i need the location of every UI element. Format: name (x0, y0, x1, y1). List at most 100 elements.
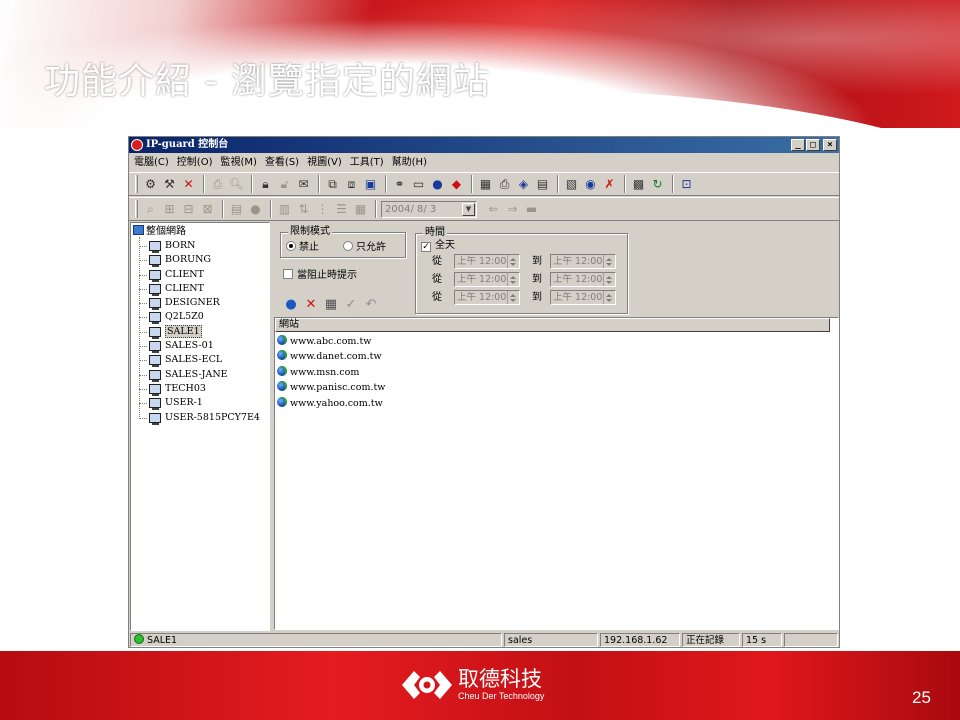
chart-icon[interactable]: ▥ (276, 201, 293, 218)
message-icon[interactable]: ✉ (295, 176, 312, 193)
close-button[interactable]: × (823, 139, 837, 151)
window-icon[interactable]: ▭ (410, 176, 427, 193)
print-preview-icon[interactable]: 🔍︎ (228, 176, 245, 193)
asset-icon[interactable]: ▩ (630, 176, 647, 193)
tree-item-computer[interactable]: USER-1 (139, 396, 260, 411)
fit-icon[interactable]: ⊞ (161, 201, 178, 218)
date-picker[interactable]: 2004/ 8/ 3 ▼ (381, 200, 477, 218)
website-column-header[interactable]: 網站 (275, 318, 830, 332)
undo-icon[interactable]: ↶ (363, 297, 379, 312)
properties-icon[interactable]: ▦ (323, 297, 339, 312)
arrow-right-icon[interactable]: ⇒ (504, 201, 521, 218)
arrow-left-icon[interactable]: ⇐ (485, 201, 502, 218)
list-item[interactable]: www.danet.com.tw (277, 349, 385, 364)
ungroup-icon[interactable]: ⧈ (343, 176, 360, 193)
radio-block[interactable]: 禁止 (286, 241, 319, 254)
from-time-field[interactable]: 上午 12:00 (454, 272, 520, 287)
binoculars-icon[interactable]: ⚭ (391, 176, 408, 193)
lock-icon[interactable]: 🔒︎ (257, 176, 274, 193)
from-time-field[interactable]: 上午 12:00 (454, 254, 520, 269)
network-icon[interactable]: ◈ (515, 176, 532, 193)
spinner-icon[interactable] (507, 291, 519, 304)
spinner-icon[interactable] (603, 255, 615, 268)
tree-item-computer-selected[interactable]: SALE1 (139, 324, 260, 339)
sort-icon[interactable]: ⇅ (295, 201, 312, 218)
to-time-field[interactable]: 上午 12:00 (550, 254, 616, 269)
printer-icon[interactable]: ⎙ (496, 176, 513, 193)
unlock-icon[interactable]: 🔓︎ (276, 176, 293, 193)
minimize-button[interactable]: _ (791, 139, 805, 151)
list-item[interactable]: www.msn.com (277, 365, 385, 380)
film-icon[interactable]: ▤ (228, 201, 245, 218)
spinner-icon[interactable] (603, 291, 615, 304)
monitor-icon[interactable]: ▣ (362, 176, 379, 193)
chevron-down-icon[interactable]: ▼ (462, 202, 475, 216)
all-day-checkbox[interactable]: ✓ 全天 (421, 240, 455, 252)
split-icon[interactable]: ⊠ (199, 201, 216, 218)
notify-on-block-checkbox[interactable]: 當阻止時提示 (283, 269, 357, 282)
tree-branch-line (139, 317, 147, 319)
tree-expand-icon[interactable]: ⋮ (314, 201, 331, 218)
tree-item-computer[interactable]: SALES-01 (139, 339, 260, 354)
tree-item-computer[interactable]: BORN (139, 239, 260, 253)
radio-allow-only[interactable]: 只允許 (343, 241, 386, 254)
checkbox-box (283, 269, 293, 279)
apply-checkmark-icon[interactable]: ✓ (343, 297, 359, 312)
tree-item-computer[interactable]: Q2L5Z0 (139, 310, 260, 325)
to-time-value: 上午 12:00 (553, 292, 603, 303)
block-icon[interactable]: ◆ (448, 176, 465, 193)
delete-icon[interactable]: ✕ (303, 297, 319, 312)
app-block-icon[interactable]: ✗ (601, 176, 618, 193)
group-icon[interactable]: ⧉ (324, 176, 341, 193)
help-icon[interactable]: ⊡ (678, 176, 695, 193)
tree-item-computer[interactable]: DESIGNER (139, 296, 260, 311)
delete-icon[interactable]: ✕ (180, 176, 197, 193)
tree-item-computer[interactable]: BORUNG (139, 253, 260, 268)
list-item[interactable]: www.yahoo.com.tw (277, 396, 385, 411)
table-icon[interactable]: ▦ (477, 176, 494, 193)
zoom-icon[interactable]: ⌕ (142, 201, 159, 218)
menu-computer[interactable]: 電腦(C) (131, 154, 174, 171)
tree-item-computer[interactable]: USER-5815PCY7E4 (139, 411, 260, 425)
menu-view[interactable]: 視圖(V) (304, 154, 347, 171)
disk-icon[interactable]: ▤ (534, 176, 551, 193)
tree-branch-line (139, 303, 147, 305)
log-toolbar: ⌕ ⊞ ⊟ ⊠ ▤ ● ▥ ⇅ ⋮ ☰ ▦ 2004/ 8/ 3 ▼ ⇐ ⇒ ▬ (129, 197, 839, 221)
maximize-button[interactable]: □ (806, 139, 820, 151)
grid-icon[interactable]: ▦ (352, 201, 369, 218)
stretch-icon[interactable]: ⊟ (180, 201, 197, 218)
spinner-icon[interactable] (603, 273, 615, 286)
spinner-icon[interactable] (507, 273, 519, 286)
from-time-value: 上午 12:00 (457, 292, 507, 303)
website-policy-icon[interactable]: ◉ (582, 176, 599, 193)
to-time-field[interactable]: 上午 12:00 (550, 272, 616, 287)
list-icon[interactable]: ☰ (333, 201, 350, 218)
tree-item-computer[interactable]: CLIENT (139, 268, 260, 282)
tree-item-computer[interactable]: CLIENT (139, 282, 260, 296)
menu-monitor[interactable]: 監視(M) (217, 154, 261, 171)
computer-find-icon[interactable]: ⚙ (142, 176, 159, 193)
company-name: 取德科技 (458, 667, 542, 691)
record-icon[interactable]: ▬ (523, 201, 540, 218)
tree-item-computer[interactable]: TECH03 (139, 382, 260, 396)
tree-item-computer[interactable]: SALES-ECL (139, 353, 260, 368)
tree-item-computer[interactable]: SALES-JANE (139, 368, 260, 382)
menu-tools[interactable]: 工具(T) (347, 154, 389, 171)
list-item[interactable]: www.panisc.com.tw (277, 380, 385, 395)
menu-view-log[interactable]: 查看(S) (262, 154, 304, 171)
menu-help[interactable]: 幫助(H) (389, 154, 432, 171)
policy-icon[interactable]: ▧ (563, 176, 580, 193)
radio-dot (343, 241, 353, 251)
from-time-field[interactable]: 上午 12:00 (454, 290, 520, 305)
tree-root[interactable]: 整個網路 (133, 225, 186, 238)
add-site-globe-icon[interactable]: ● (283, 297, 299, 312)
refresh-icon[interactable]: ↻ (649, 176, 666, 193)
print-icon[interactable]: ⎙ (209, 176, 226, 193)
spinner-icon[interactable] (507, 255, 519, 268)
menu-control[interactable]: 控制(O) (174, 154, 218, 171)
computer-tools-icon[interactable]: ⚒ (161, 176, 178, 193)
to-time-field[interactable]: 上午 12:00 (550, 290, 616, 305)
web-icon[interactable]: ● (429, 176, 446, 193)
chat-icon[interactable]: ● (247, 201, 264, 218)
list-item[interactable]: www.abc.com.tw (277, 334, 385, 349)
